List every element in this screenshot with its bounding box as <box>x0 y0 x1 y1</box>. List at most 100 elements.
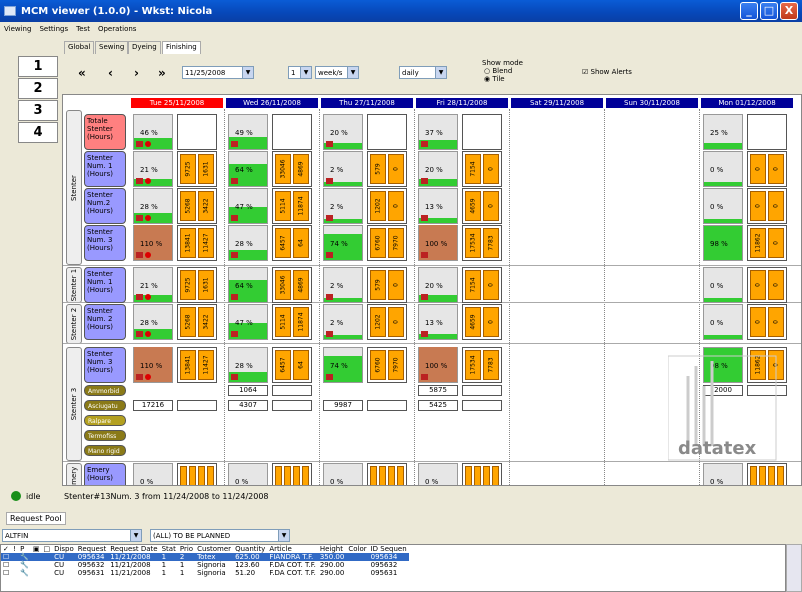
order-bar[interactable]: 579 <box>370 154 386 184</box>
first-button[interactable]: « <box>78 66 86 80</box>
order-bar[interactable] <box>275 466 282 485</box>
row-label[interactable]: Emery (Hours) <box>84 463 126 485</box>
order-bar[interactable]: 13841 <box>180 350 196 380</box>
load-cell[interactable]: 74 % <box>323 225 363 261</box>
day-header[interactable]: Mon 01/12/2008 <box>701 98 793 108</box>
empty-value-box[interactable] <box>462 400 502 411</box>
menu-viewing[interactable]: Viewing <box>4 25 31 33</box>
order-bar[interactable]: 0 <box>768 307 784 337</box>
load-cell[interactable]: 0 % <box>703 151 743 187</box>
value-box[interactable]: 5425 <box>418 400 458 411</box>
order-bar[interactable]: 6457 <box>275 350 291 380</box>
order-bar[interactable]: 0 <box>388 270 404 300</box>
order-bar[interactable]: 4869 <box>293 270 309 300</box>
load-cell[interactable]: 20 % <box>418 267 458 303</box>
column-header[interactable]: Stat <box>160 545 178 553</box>
order-bar[interactable] <box>474 466 481 485</box>
pool-filter-1[interactable]: ALTFIN ▼ <box>2 529 142 542</box>
minimize-button[interactable]: _ <box>740 2 758 20</box>
row-label[interactable]: Stenter Num.2 (Hours) <box>84 188 126 224</box>
order-bar[interactable]: 17534 <box>465 350 481 380</box>
empty-value-box[interactable] <box>177 400 217 411</box>
empty-value-box[interactable] <box>272 400 312 411</box>
order-bar[interactable]: 0 <box>750 154 766 184</box>
order-cell[interactable]: 33046 4869 <box>272 151 312 187</box>
load-cell[interactable]: 47 % <box>228 304 268 340</box>
order-cell[interactable]: 4659 0 <box>462 188 502 224</box>
order-bar[interactable] <box>483 466 490 485</box>
view-tab-4[interactable]: 4 <box>18 122 58 143</box>
order-bar[interactable]: 579 <box>370 270 386 300</box>
row-label[interactable]: Stenter Num. 3 (Hours) <box>84 347 126 383</box>
order-bar[interactable]: 11427 <box>198 228 214 258</box>
column-header[interactable]: Color <box>346 545 368 553</box>
order-cell[interactable]: 33046 4869 <box>272 267 312 303</box>
column-header[interactable]: Prio <box>178 545 195 553</box>
table-row[interactable]: ☐ 🔧 CU 095631 11/21/2008 1 1 Signoria 51.20 F.DA … <box>1 569 409 577</box>
header-icon[interactable]: ▣ <box>31 545 42 553</box>
order-cell[interactable]: 6457 64 <box>272 347 312 383</box>
order-bar[interactable]: 1631 <box>198 154 214 184</box>
order-bar[interactable]: 4869 <box>293 154 309 184</box>
row-label[interactable]: Totale Stenter (Hours) <box>84 114 126 150</box>
order-cell[interactable]: 00 <box>747 267 787 303</box>
order-cell[interactable]: 17534 7783 <box>462 347 502 383</box>
operation-pill[interactable]: Ralpare <box>84 415 126 426</box>
order-bar[interactable]: 0 <box>388 307 404 337</box>
order-cell[interactable]: 5268 3422 <box>177 304 217 340</box>
operation-pill[interactable]: Asciugatu <box>84 400 126 411</box>
order-bar[interactable]: 5114 <box>275 191 291 221</box>
order-cell[interactable]: 9725 1631 <box>177 267 217 303</box>
load-cell[interactable]: 37 % <box>418 114 458 150</box>
load-cell[interactable]: 21 % <box>133 267 173 303</box>
row-label[interactable]: Stenter Num. 1 (Hours) <box>84 151 126 187</box>
order-bar[interactable]: 17534 <box>465 228 481 258</box>
pool-scrollbar[interactable] <box>786 544 802 592</box>
order-bar[interactable]: 0 <box>388 191 404 221</box>
load-cell[interactable]: 98 % <box>703 225 743 261</box>
header-icon[interactable]: □ <box>41 545 52 553</box>
order-bar[interactable]: 3422 <box>198 307 214 337</box>
order-bar[interactable] <box>189 466 196 485</box>
order-bar[interactable]: 33046 <box>275 270 291 300</box>
header-icon[interactable]: ! <box>11 545 18 553</box>
value-box[interactable]: 17216 <box>133 400 173 411</box>
order-bar[interactable] <box>388 466 395 485</box>
operation-pill[interactable]: Termofiss <box>84 430 126 441</box>
day-header[interactable]: Sat 29/11/2008 <box>511 98 603 108</box>
order-cell[interactable] <box>177 463 217 485</box>
column-header[interactable]: Quantity <box>233 545 267 553</box>
order-bar[interactable] <box>284 466 291 485</box>
order-bar[interactable]: 11862 <box>750 228 766 258</box>
load-cell[interactable]: 0 % <box>323 463 363 485</box>
maximize-button[interactable]: □ <box>760 2 778 20</box>
day-header[interactable]: Wed 26/11/2008 <box>226 98 318 108</box>
empty-value-box[interactable] <box>462 385 502 396</box>
order-bar[interactable] <box>198 466 205 485</box>
load-cell[interactable]: 20 % <box>418 151 458 187</box>
header-icon[interactable]: ✓ <box>1 545 11 553</box>
load-cell[interactable]: 0 % <box>228 463 268 485</box>
order-bar[interactable] <box>465 466 472 485</box>
load-cell[interactable]: 47 % <box>228 188 268 224</box>
load-cell[interactable]: 2 % <box>323 304 363 340</box>
load-cell[interactable]: 2 % <box>323 267 363 303</box>
menu-operations[interactable]: Operations <box>98 25 136 33</box>
value-box[interactable]: 1064 <box>228 385 268 396</box>
order-cell[interactable]: 17534 7783 <box>462 225 502 261</box>
day-header[interactable]: Tue 25/11/2008 <box>131 98 223 108</box>
order-cell[interactable] <box>462 463 502 485</box>
order-cell[interactable]: 7154 0 <box>462 267 502 303</box>
order-bar[interactable] <box>293 466 300 485</box>
order-cell[interactable]: 7154 0 <box>462 151 502 187</box>
order-bar[interactable]: 11874 <box>293 307 309 337</box>
order-bar[interactable]: 1202 <box>370 307 386 337</box>
order-cell[interactable]: 00 <box>747 151 787 187</box>
load-cell[interactable]: 0 % <box>703 304 743 340</box>
order-bar[interactable]: 7154 <box>465 270 481 300</box>
column-header[interactable]: Request Date <box>108 545 159 553</box>
column-header[interactable]: Article <box>267 545 318 553</box>
load-cell[interactable]: 0 % <box>703 267 743 303</box>
order-bar[interactable]: 6457 <box>275 228 291 258</box>
row-label[interactable]: Stenter Num. 3 (Hours) <box>84 225 126 261</box>
